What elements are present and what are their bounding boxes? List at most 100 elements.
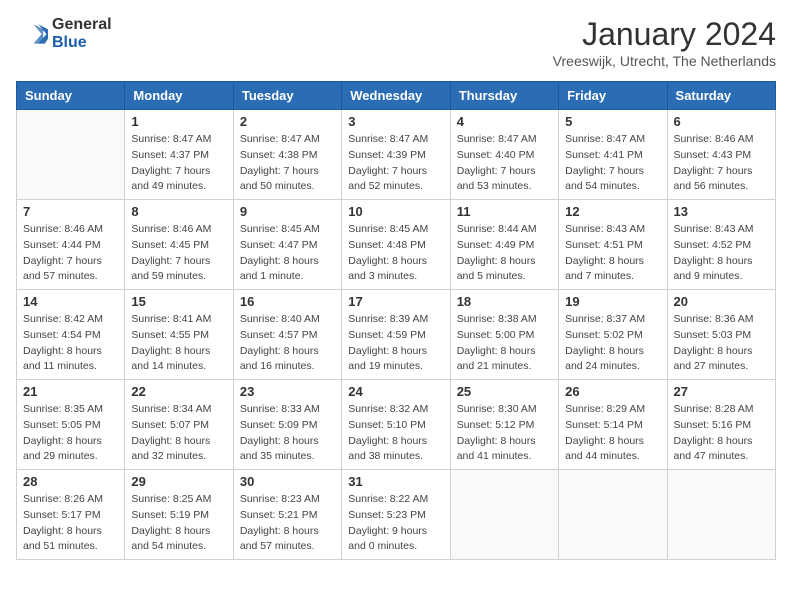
day-info: Sunrise: 8:32 AMSunset: 5:10 PMDaylight:… [348, 402, 443, 465]
day-number: 26 [565, 384, 660, 399]
location: Vreeswijk, Utrecht, The Netherlands [553, 53, 776, 69]
day-info: Sunrise: 8:46 AMSunset: 4:44 PMDaylight:… [23, 222, 118, 285]
day-info: Sunrise: 8:29 AMSunset: 5:14 PMDaylight:… [565, 402, 660, 465]
calendar-cell: 5 Sunrise: 8:47 AMSunset: 4:41 PMDaylight… [559, 110, 667, 200]
day-number: 17 [348, 294, 443, 309]
day-info: Sunrise: 8:44 AMSunset: 4:49 PMDaylight:… [457, 222, 552, 285]
day-number: 11 [457, 204, 552, 219]
day-number: 5 [565, 114, 660, 129]
day-number: 7 [23, 204, 118, 219]
day-header-monday: Monday [125, 82, 233, 110]
day-number: 21 [23, 384, 118, 399]
calendar-cell: 16Sunrise: 8:40 AMSunset: 4:57 PMDayligh… [233, 290, 341, 380]
day-info: Sunrise: 8:28 AMSunset: 5:16 PMDaylight:… [674, 402, 769, 465]
day-number: 4 [457, 114, 552, 129]
day-info: Sunrise: 8:45 AMSunset: 4:48 PMDaylight:… [348, 222, 443, 285]
day-info: Sunrise: 8:47 AMSunset: 4:39 PMDaylight:… [348, 132, 443, 195]
week-row-2: 7 Sunrise: 8:46 AMSunset: 4:44 PMDaylight… [17, 200, 776, 290]
day-info: Sunrise: 8:30 AMSunset: 5:12 PMDaylight:… [457, 402, 552, 465]
day-number: 14 [23, 294, 118, 309]
calendar-cell: 25 Sunrise: 8:30 AMSunset: 5:12 PMDayligh… [450, 380, 558, 470]
day-header-thursday: Thursday [450, 82, 558, 110]
calendar-cell: 23Sunrise: 8:33 AMSunset: 5:09 PMDayligh… [233, 380, 341, 470]
day-number: 6 [674, 114, 769, 129]
day-number: 29 [131, 474, 226, 489]
calendar-cell: 27 Sunrise: 8:28 AMSunset: 5:16 PMDayligh… [667, 380, 775, 470]
calendar-cell: 19 Sunrise: 8:37 AMSunset: 5:02 PMDayligh… [559, 290, 667, 380]
calendar-cell [667, 470, 775, 560]
day-number: 22 [131, 384, 226, 399]
calendar-cell: 8 Sunrise: 8:46 AMSunset: 4:45 PMDaylight… [125, 200, 233, 290]
calendar-cell: 30 Sunrise: 8:23 AMSunset: 5:21 PMDayligh… [233, 470, 341, 560]
calendar-cell: 26 Sunrise: 8:29 AMSunset: 5:14 PMDayligh… [559, 380, 667, 470]
calendar-cell: 29 Sunrise: 8:25 AMSunset: 5:19 PMDayligh… [125, 470, 233, 560]
logo-text: General Blue [52, 16, 112, 51]
day-info: Sunrise: 8:45 AMSunset: 4:47 PMDaylight:… [240, 222, 335, 285]
month-title: January 2024 [553, 16, 776, 53]
calendar-cell: 28Sunrise: 8:26 AMSunset: 5:17 PMDayligh… [17, 470, 125, 560]
calendar-cell: 10 Sunrise: 8:45 AMSunset: 4:48 PMDayligh… [342, 200, 450, 290]
day-number: 1 [131, 114, 226, 129]
week-row-3: 14 Sunrise: 8:42 AMSunset: 4:54 PMDayligh… [17, 290, 776, 380]
calendar-cell: 1Sunrise: 8:47 AMSunset: 4:37 PMDaylight… [125, 110, 233, 200]
day-info: Sunrise: 8:33 AMSunset: 5:09 PMDaylight:… [240, 402, 335, 465]
calendar-cell: 20 Sunrise: 8:36 AMSunset: 5:03 PMDayligh… [667, 290, 775, 380]
day-info: Sunrise: 8:43 AMSunset: 4:51 PMDaylight:… [565, 222, 660, 285]
calendar-cell: 15 Sunrise: 8:41 AMSunset: 4:55 PMDayligh… [125, 290, 233, 380]
day-number: 8 [131, 204, 226, 219]
calendar-cell: 24 Sunrise: 8:32 AMSunset: 5:10 PMDayligh… [342, 380, 450, 470]
day-number: 15 [131, 294, 226, 309]
day-number: 24 [348, 384, 443, 399]
day-info: Sunrise: 8:47 AMSunset: 4:38 PMDaylight:… [240, 132, 335, 195]
calendar-cell: 14 Sunrise: 8:42 AMSunset: 4:54 PMDayligh… [17, 290, 125, 380]
day-info: Sunrise: 8:39 AMSunset: 4:59 PMDaylight:… [348, 312, 443, 375]
day-info: Sunrise: 8:38 AMSunset: 5:00 PMDaylight:… [457, 312, 552, 375]
calendar-cell [17, 110, 125, 200]
calendar-cell: 31Sunrise: 8:22 AMSunset: 5:23 PMDayligh… [342, 470, 450, 560]
day-number: 9 [240, 204, 335, 219]
day-number: 10 [348, 204, 443, 219]
title-section: January 2024 Vreeswijk, Utrecht, The Net… [553, 16, 776, 69]
day-info: Sunrise: 8:46 AMSunset: 4:43 PMDaylight:… [674, 132, 769, 195]
day-info: Sunrise: 8:41 AMSunset: 4:55 PMDaylight:… [131, 312, 226, 375]
day-number: 16 [240, 294, 335, 309]
day-info: Sunrise: 8:35 AMSunset: 5:05 PMDaylight:… [23, 402, 118, 465]
calendar-cell: 17 Sunrise: 8:39 AMSunset: 4:59 PMDayligh… [342, 290, 450, 380]
calendar: SundayMondayTuesdayWednesdayThursdayFrid… [16, 81, 776, 560]
week-row-4: 21 Sunrise: 8:35 AMSunset: 5:05 PMDayligh… [17, 380, 776, 470]
calendar-header-row: SundayMondayTuesdayWednesdayThursdayFrid… [17, 82, 776, 110]
day-info: Sunrise: 8:25 AMSunset: 5:19 PMDaylight:… [131, 492, 226, 555]
day-number: 13 [674, 204, 769, 219]
calendar-cell [450, 470, 558, 560]
calendar-cell: 11 Sunrise: 8:44 AMSunset: 4:49 PMDayligh… [450, 200, 558, 290]
day-header-friday: Friday [559, 82, 667, 110]
calendar-cell: 2Sunrise: 8:47 AMSunset: 4:38 PMDaylight… [233, 110, 341, 200]
day-number: 12 [565, 204, 660, 219]
calendar-cell: 12 Sunrise: 8:43 AMSunset: 4:51 PMDayligh… [559, 200, 667, 290]
calendar-cell: 3Sunrise: 8:47 AMSunset: 4:39 PMDaylight… [342, 110, 450, 200]
calendar-cell: 9 Sunrise: 8:45 AMSunset: 4:47 PMDaylight… [233, 200, 341, 290]
day-info: Sunrise: 8:47 AMSunset: 4:41 PMDaylight:… [565, 132, 660, 195]
day-number: 18 [457, 294, 552, 309]
page-header: General Blue January 2024 Vreeswijk, Utr… [16, 16, 776, 69]
day-header-tuesday: Tuesday [233, 82, 341, 110]
day-number: 27 [674, 384, 769, 399]
day-info: Sunrise: 8:26 AMSunset: 5:17 PMDaylight:… [23, 492, 118, 555]
day-info: Sunrise: 8:22 AMSunset: 5:23 PMDaylight:… [348, 492, 443, 555]
calendar-cell: 4Sunrise: 8:47 AMSunset: 4:40 PMDaylight… [450, 110, 558, 200]
day-info: Sunrise: 8:23 AMSunset: 5:21 PMDaylight:… [240, 492, 335, 555]
day-number: 30 [240, 474, 335, 489]
day-number: 19 [565, 294, 660, 309]
day-info: Sunrise: 8:46 AMSunset: 4:45 PMDaylight:… [131, 222, 226, 285]
day-number: 20 [674, 294, 769, 309]
logo: General Blue [16, 16, 112, 51]
day-info: Sunrise: 8:37 AMSunset: 5:02 PMDaylight:… [565, 312, 660, 375]
day-info: Sunrise: 8:34 AMSunset: 5:07 PMDaylight:… [131, 402, 226, 465]
calendar-cell: 21 Sunrise: 8:35 AMSunset: 5:05 PMDayligh… [17, 380, 125, 470]
day-number: 25 [457, 384, 552, 399]
day-info: Sunrise: 8:42 AMSunset: 4:54 PMDaylight:… [23, 312, 118, 375]
day-header-sunday: Sunday [17, 82, 125, 110]
day-info: Sunrise: 8:36 AMSunset: 5:03 PMDaylight:… [674, 312, 769, 375]
calendar-cell: 6 Sunrise: 8:46 AMSunset: 4:43 PMDaylight… [667, 110, 775, 200]
week-row-1: 1Sunrise: 8:47 AMSunset: 4:37 PMDaylight… [17, 110, 776, 200]
